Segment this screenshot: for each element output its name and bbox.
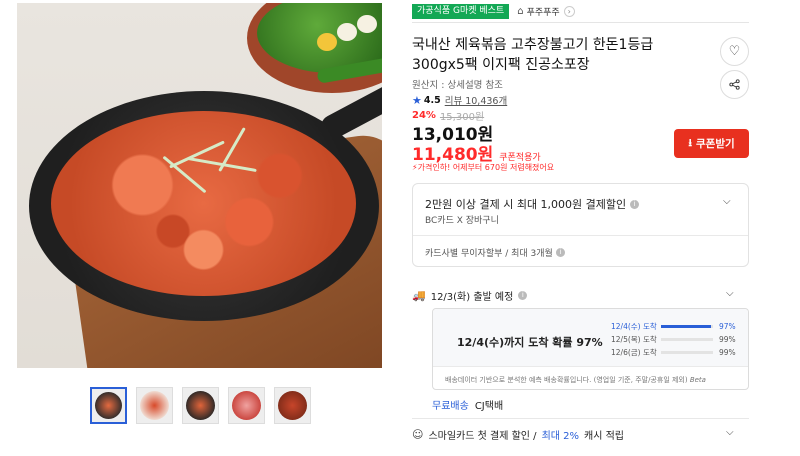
smile-icon: ☺: [412, 428, 424, 441]
shipping-types: 무료배송 CJ택배: [432, 397, 503, 412]
coupon-button-label: 쿠폰받기: [696, 138, 735, 150]
delivery-note: 배송데이터 기반으로 분석한 예측 배송확률입니다. (영업일 기준, 주말/공…: [445, 375, 706, 385]
wishlist-button[interactable]: ♡: [720, 37, 749, 66]
review-count-link[interactable]: 리뷰 10,436개: [445, 93, 507, 107]
arrival-probability: 12/4(수)까지 도착 확률 97%: [457, 336, 603, 349]
payment-discount-box[interactable]: 2만원 이상 결제 시 최대 1,000원 결제할인 i BC카드 X 장바구니…: [412, 183, 749, 267]
rating-score: 4.5: [423, 94, 441, 106]
delivery-probability-panel: 12/4(수)까지 도착 확률 97% 12/4(수) 도착 97% 12/5(…: [433, 309, 748, 367]
probability-fill: [661, 351, 713, 354]
badge-row: 가공식품 G마켓 베스트 ⌂ 푸주푸주 ›: [412, 3, 575, 19]
carrier-label: CJ택배: [474, 401, 504, 412]
payment-discount-sub: BC카드 X 장바구니: [425, 216, 499, 226]
rating-row: ★ 4.5 리뷰 10,436개: [412, 93, 507, 108]
star-icon: ★: [412, 93, 422, 107]
installment-text: 카드사별 무이자할부 / 최대 3개월: [425, 249, 553, 259]
heart-icon: ♡: [728, 44, 741, 59]
garlic-clove: [317, 33, 337, 51]
chevron-down-icon[interactable]: ⌵: [723, 196, 731, 207]
probability-fill: [661, 325, 712, 328]
info-icon[interactable]: i: [630, 199, 640, 209]
arrival-row: 12/6(금) 도착 99%: [611, 346, 736, 359]
delivery-note-text: 배송데이터 기반으로 분석한 예측 배송확률입니다. (영업일 기준, 주말/공…: [445, 376, 688, 384]
payment-title-text: 2만원 이상 결제 시 최대 1,000원 결제할인: [425, 198, 627, 211]
chevron-down-icon[interactable]: ⌵: [726, 288, 734, 299]
probability-bar: [661, 351, 713, 354]
divider: [412, 418, 749, 419]
info-icon[interactable]: i: [555, 248, 565, 257]
probability-bar: [661, 325, 713, 328]
share-icon: [729, 79, 740, 90]
arrival-pct: 97%: [719, 322, 736, 331]
beta-label: Beta: [689, 376, 706, 384]
smile-text-b: 최대 2%: [541, 431, 580, 442]
arrival-pct: 99%: [719, 348, 736, 357]
origin-info: 원산지 : 상세설명 참조: [412, 80, 503, 91]
best-badge: 가공식품 G마켓 베스트: [412, 3, 510, 19]
free-shipping-label: 무료배송: [432, 401, 469, 412]
payment-discount-title: 2만원 이상 결제 시 최대 1,000원 결제할인 i: [425, 196, 640, 212]
shop-link[interactable]: ⌂ 푸주푸주 ›: [517, 5, 575, 18]
spicy-pork-dish: [51, 111, 356, 296]
shipping-depart-row: 🚚 12/3(화) 출발 예정 i: [412, 288, 528, 303]
smilecard-promo-row[interactable]: ☺ 스마일카드 첫 결제 할인 / 최대 2% 캐시 적립: [412, 427, 624, 442]
garlic-clove: [337, 23, 357, 41]
installment-info: 카드사별 무이자할부 / 최대 3개월 i: [425, 246, 565, 259]
arrival-date: 12/5(목) 도착: [611, 335, 657, 344]
probability-fill: [661, 338, 713, 341]
arrival-row: 12/5(목) 도착 99%: [611, 333, 736, 346]
chevron-down-icon[interactable]: ⌵: [726, 427, 734, 438]
arrival-row: 12/4(수) 도착 97%: [611, 320, 736, 333]
divider: [412, 22, 749, 23]
thumbnail-strip: [90, 387, 311, 424]
delivery-probability-box: 12/4(수)까지 도착 확률 97% 12/4(수) 도착 97% 12/5(…: [432, 308, 749, 390]
thumbnail-5[interactable]: [274, 387, 311, 424]
coupon-download-button[interactable]: ⭳ 쿠폰받기: [674, 129, 749, 158]
product-title: 국내산 제육볶음 고추장불고기 한돈1등급 300gx5팩 이지팩 진공소포장: [412, 37, 654, 73]
arrival-date: 12/6(금) 도착: [611, 348, 657, 357]
divider: [413, 235, 748, 236]
arrival-pct: 99%: [719, 335, 736, 344]
chevron-right-icon: ›: [563, 5, 575, 17]
share-button[interactable]: [720, 70, 749, 99]
arrival-date: 12/4(수) 도착: [611, 322, 657, 331]
product-main-image[interactable]: [17, 3, 382, 368]
info-icon[interactable]: i: [518, 291, 528, 300]
shop-name: 푸주푸주: [526, 7, 560, 18]
home-icon: ⌂: [517, 5, 524, 17]
thumbnail-3[interactable]: [182, 387, 219, 424]
depart-text: 12/3(화) 출발 예정: [430, 292, 514, 303]
truck-icon: 🚚: [412, 289, 426, 302]
probability-bar: [661, 338, 713, 341]
price-drop-text: 가격인하! 어제부터 670원 저렴해졌어요: [417, 163, 555, 172]
thumbnail-4[interactable]: [228, 387, 265, 424]
thumbnail-2[interactable]: [136, 387, 173, 424]
smile-text-c: 캐시 적립: [584, 431, 624, 442]
thumbnail-1[interactable]: [90, 387, 127, 424]
download-icon: ⭳: [688, 136, 693, 149]
smile-text-a: 스마일카드 첫 결제 할인 /: [428, 431, 537, 442]
garlic-clove: [357, 15, 377, 33]
price-drop-notice: ⚡가격인하! 어제부터 670원 저렴해졌어요: [412, 162, 554, 173]
arrival-list: 12/4(수) 도착 97% 12/5(목) 도착 99% 12/6(금) 도착…: [611, 320, 736, 359]
